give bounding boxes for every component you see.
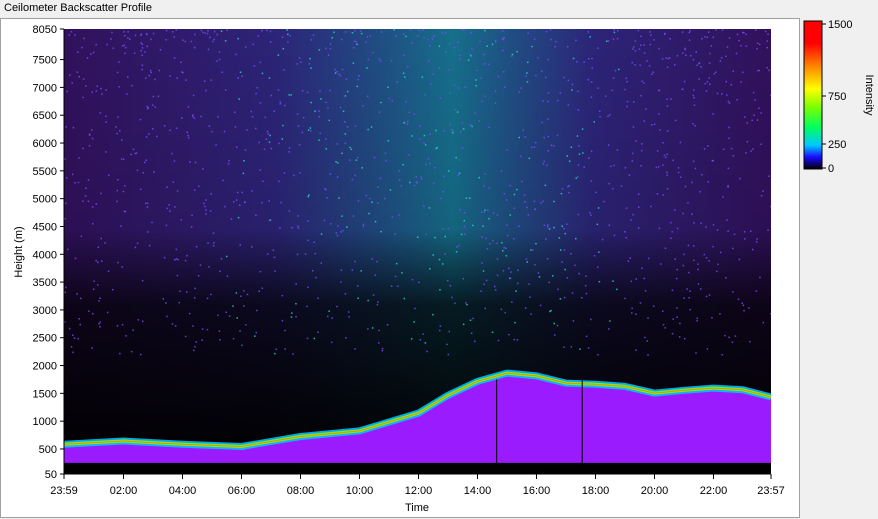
y-tick-label: 3000 <box>33 305 57 317</box>
y-tick-label: 4000 <box>33 249 57 261</box>
y-tick-label: 5000 <box>33 194 57 206</box>
x-tick-label: 04:00 <box>169 485 197 497</box>
x-tick-label: 23:59 <box>50 485 78 497</box>
x-tick-label: 08:00 <box>287 485 315 497</box>
y-tick-label: 7000 <box>33 82 57 94</box>
x-tick-label: 10:00 <box>346 485 374 497</box>
x-axis-title: Time <box>405 502 429 514</box>
surface-strip <box>64 468 771 474</box>
x-tick-label: 06:00 <box>228 485 256 497</box>
y-tick-label: 5500 <box>33 166 57 178</box>
x-tick-label: 14:00 <box>464 485 492 497</box>
y-tick-label: 500 <box>39 444 57 456</box>
y-tick-label: 4500 <box>33 221 57 233</box>
colorbar-tick-label: 1500 <box>828 19 852 31</box>
y-tick-label: 1500 <box>33 388 57 400</box>
y-tick-label: 6500 <box>33 110 57 122</box>
x-tick-label: 22:00 <box>700 485 728 497</box>
y-tick-label: 6000 <box>33 138 57 150</box>
y-tick-label: 7500 <box>33 55 57 67</box>
colorbar-tick-label: 0 <box>828 163 834 175</box>
y-tick-label: 3500 <box>33 277 57 289</box>
x-tick-label: 16:00 <box>523 485 551 497</box>
y-tick-label: 8050 <box>33 24 57 36</box>
y-axis-title: Height (m) <box>13 226 25 277</box>
y-tick-label: 2500 <box>33 333 57 345</box>
y-tick-label: 50 <box>45 469 57 481</box>
x-tick-label: 18:00 <box>582 485 610 497</box>
colorbar <box>803 20 823 170</box>
x-tick-label: 23:57 <box>757 485 785 497</box>
colorbar-tick-label: 750 <box>828 91 846 103</box>
y-tick-label: 2000 <box>33 361 57 373</box>
x-tick-label: 20:00 <box>641 485 669 497</box>
colorbar-title: Intensity <box>863 75 875 116</box>
x-tick-label: 12:00 <box>405 485 433 497</box>
x-tick-label: 02:00 <box>110 485 138 497</box>
colorbar-tick-label: 250 <box>828 139 846 151</box>
y-tick-label: 1000 <box>33 416 57 428</box>
backscatter-chart: 5050010001500200025003000350040004500500… <box>13 19 875 514</box>
